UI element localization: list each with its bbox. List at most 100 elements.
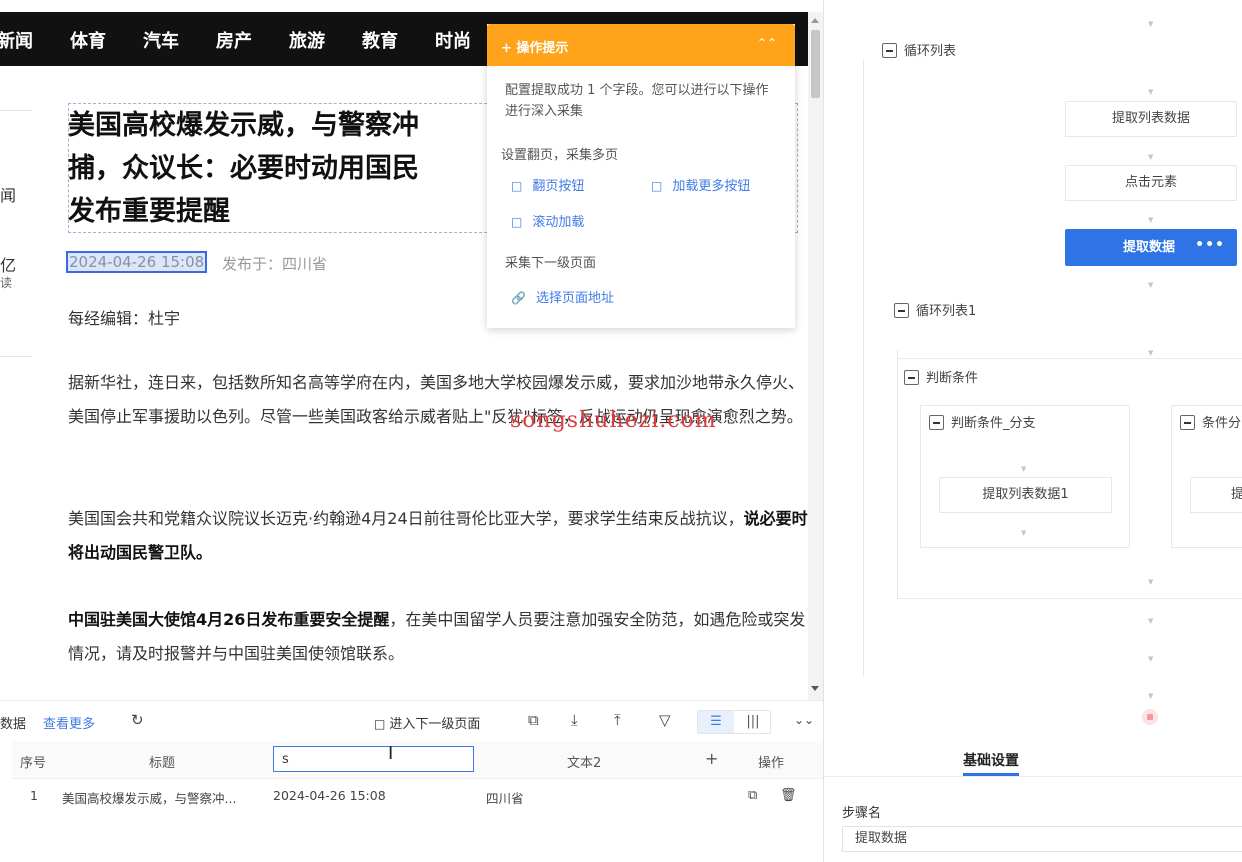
upload-icon[interactable]: ⤒ [614,711,621,729]
column-header-text2[interactable]: 文本2 [567,752,601,771]
collapse-minus-icon[interactable] [1180,415,1195,430]
article-published-from[interactable]: 发布于：四川省 [222,253,327,274]
view-more-link[interactable]: 查看更多 [43,713,95,732]
more-options-icon[interactable]: ••• [1195,227,1225,264]
table-header: 序号 标题 I 文本2 + 操作 [12,741,823,779]
nav-item-news[interactable]: 新闻 [0,27,33,53]
list-view-icon[interactable]: ☰ [698,711,734,733]
sidebar-fragment: 读 [0,276,13,290]
flow-arrow-icon: ▼ [1021,529,1027,537]
nav-item-realestate[interactable]: 房产 [216,27,252,53]
scrollbar-thumb[interactable] [811,30,820,98]
sidebar-fragment: 闻 [0,186,17,205]
flow-arrow-icon: ▼ [1148,655,1154,663]
paragraph-text: 美国国会共和党籍众议院议长迈克·约翰逊4月24日前往哥伦比亚大学，要求学生结束反… [68,509,744,528]
filter-icon[interactable]: ▽ [659,711,671,729]
step-name-label: 步骤名 [842,806,882,821]
condition-top-line [897,358,1242,359]
collapse-minus-icon[interactable] [894,303,909,318]
paragraph-bold-text: 中国驻美国大使馆4月26日发布重要安全提醒 [68,610,390,629]
flow-arrow-icon: ▼ [1148,692,1154,700]
collapse-minus-icon[interactable] [904,370,919,385]
step-click-element[interactable]: 点击元素 [1065,165,1237,201]
flow-arrow-icon: ▼ [1148,153,1154,161]
cell-title: 美国高校爆发示威，与警察冲... [62,791,237,806]
nav-item-sports[interactable]: 体育 [70,27,106,53]
scroll-load-link[interactable]: □ 滚动加载 [511,211,584,230]
select-page-url-link[interactable]: 🔗 选择页面地址 [511,287,614,306]
delete-icon[interactable]: 🗑 [780,788,797,803]
export-page-icon[interactable]: ⧉ [528,711,539,729]
workflow-end-icon[interactable] [1142,709,1158,725]
settings-divider [824,776,1242,777]
workflow-canvas: ▼ 循环列表 ▼ 提取列表数据 ▼ 点击元素 ▼ 提取数据 ••• ▼ 循环列表… [824,0,1242,740]
webpage-preview: 新闻 体育 汽车 房产 旅游 教育 时尚 闻 亿 读 美国高校爆发示威，与警察冲… [0,0,823,700]
tab-basic-settings[interactable]: 基础设置 [963,750,1019,770]
node-label: 判断条件 [926,371,979,386]
article-editor[interactable]: 每经编辑：杜宇 [68,305,180,329]
flow-arrow-icon: ▼ [1148,349,1154,357]
branch-2-node[interactable]: 条件分 [1180,412,1241,431]
text-cursor-icon: I [388,743,394,764]
cell-index: 1 [30,788,38,803]
hint-header[interactable]: + 操作提示 ⌃⌃ [487,24,795,66]
condition-node[interactable]: 判断条件 [904,367,978,386]
link-label: 加载更多按钮 [672,179,751,194]
article-paragraph-3[interactable]: 中国驻美国大使馆4月26日发布重要安全提醒，在美中国留学人员要注意加强安全防范，… [68,603,808,671]
preview-scrollbar[interactable] [808,12,823,700]
operation-hint-popup: + 操作提示 ⌃⌃ 配置提取成功 1 个字段。您可以进行以下操作进行深入采集 设… [487,24,795,328]
step-name-input[interactable]: 提取数据 [842,826,1242,852]
column-header-ops: 操作 [758,756,785,771]
collapse-double-down-icon[interactable]: ⌄⌄ [794,713,814,727]
sidebar-divider [0,356,32,357]
nav-item-education[interactable]: 教育 [362,27,398,53]
sidebar-fragment: 亿 [0,256,17,275]
article-title-line: 发布重要提醒 [68,196,230,227]
add-column-button[interactable]: + [705,749,718,768]
watermark: songshuhezi.com [510,408,717,433]
nav-item-travel[interactable]: 旅游 [289,27,325,53]
extracted-data-panel: 数据 查看更多 ↻ □ 进入下一级页面 ⧉ ⤓ ⤒ ▽ ☰ ||| ⌄⌄ 序号 标… [0,700,823,862]
scroll-down-arrow-icon[interactable] [811,686,819,691]
scroll-up-arrow-icon[interactable] [811,18,819,23]
next-level-label: 进入下一级页面 [389,717,481,732]
nav-item-fashion[interactable]: 时尚 [435,27,471,53]
loop-boundary-line [863,60,864,676]
node-label: 判断条件_分支 [951,416,1036,431]
flow-arrow-icon: ▼ [1148,281,1154,289]
collapse-minus-icon[interactable] [882,43,897,58]
flow-arrow-icon: ▼ [1148,578,1154,586]
chevron-up-double-icon[interactable]: ⌃⌃ [757,36,777,50]
load-more-button-link[interactable]: □ 加载更多按钮 [651,175,750,194]
flow-arrow-icon: ▼ [1148,88,1154,96]
step-extract-data-selected[interactable]: 提取数据 ••• [1065,229,1237,266]
refresh-icon[interactable]: ↻ [131,711,144,729]
column-header-title[interactable]: 标题 [149,752,175,771]
link-label: 选择页面地址 [535,291,614,306]
column-view-icon[interactable]: ||| [735,711,771,733]
loop-list-node[interactable]: 循环列表 [882,40,956,59]
next-level-page-button[interactable]: □ 进入下一级页面 [374,713,480,732]
article-paragraph-2[interactable]: 美国国会共和党籍众议院议长迈克·约翰逊4月24日前往哥伦比亚大学，要求学生结束反… [68,502,808,570]
step-extract-list-data[interactable]: 提取列表数据 [1065,101,1237,137]
step-branch-2[interactable]: 提 [1190,477,1242,513]
flow-arrow-icon: ▼ [1148,216,1154,224]
article-title-line: 美国高校爆发示威，与警察冲 [68,110,419,141]
article-title[interactable]: 美国高校爆发示威，与警察冲 捕，众议长：必要时动用国民 发布重要提醒 [68,104,508,233]
row-export-icon[interactable]: ⧉ [748,788,757,803]
hint-message: 配置提取成功 1 个字段。您可以进行以下操作进行深入采集 [505,83,769,119]
step-extract-list-data-1[interactable]: 提取列表数据1 [939,477,1112,513]
collapse-minus-icon[interactable] [929,415,944,430]
data-label: 数据 [0,717,27,732]
page-button-link[interactable]: □ 翻页按钮 [511,175,584,194]
nav-item-auto[interactable]: 汽车 [143,27,179,53]
download-icon[interactable]: ⤓ [571,711,578,729]
hint-title: + 操作提示 [501,41,569,56]
article-date-selected[interactable]: 2024-04-26 15:08 [65,251,208,273]
column-name-input[interactable] [273,746,474,772]
branch-1-node[interactable]: 判断条件_分支 [929,412,1036,431]
cell-text2: 四川省 [486,791,524,806]
loop-list-1-node[interactable]: 循环列表1 [894,300,976,319]
node-label: 循环列表 [904,44,957,59]
link-icon: 🔗 [511,291,526,305]
